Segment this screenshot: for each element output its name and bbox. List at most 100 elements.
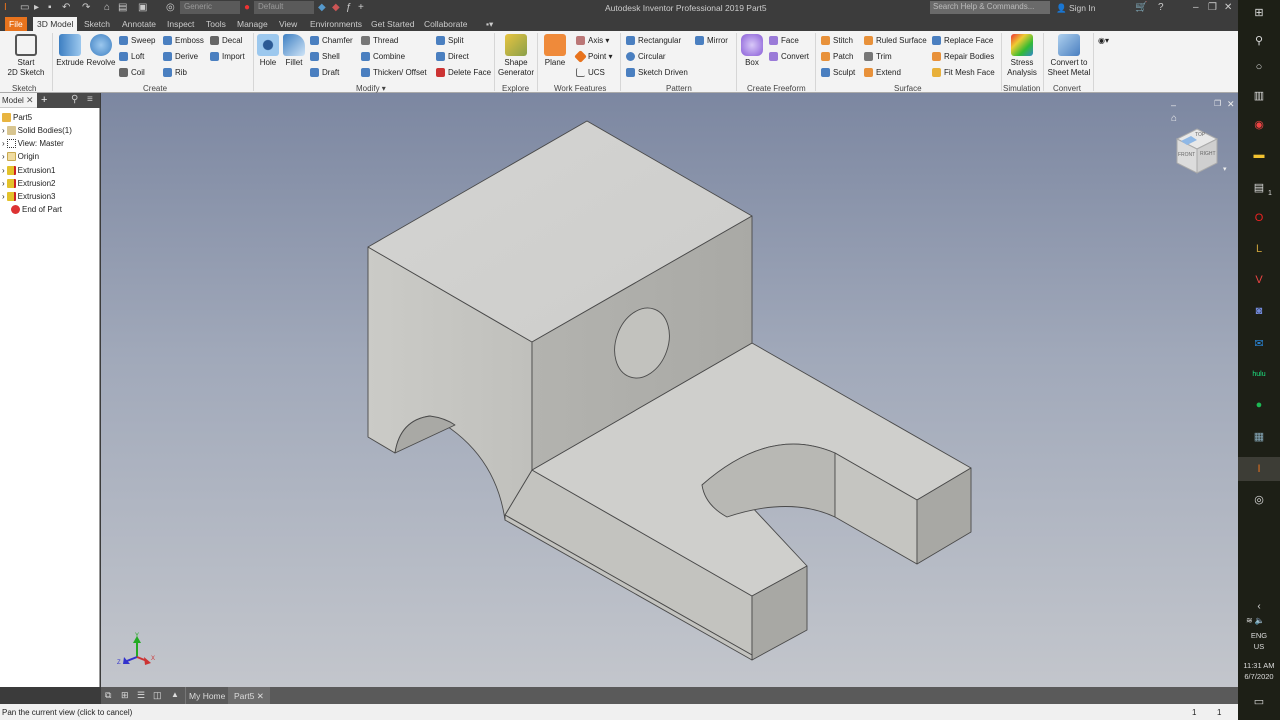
material-combo[interactable]: Generic — [180, 1, 240, 14]
measure-icon[interactable]: ◎ — [166, 2, 175, 13]
viewcube-right[interactable]: RIGHT — [1200, 151, 1216, 157]
browser-tab-model[interactable]: Model — [2, 96, 24, 105]
hole-button[interactable]: Hole — [256, 34, 280, 68]
menu-icon[interactable]: ≡ — [87, 94, 93, 105]
sketch-driven-pattern-button[interactable]: Sketch Driven — [626, 68, 688, 77]
action-center-icon[interactable]: ▭ — [1249, 692, 1269, 710]
tree-item-view[interactable]: › View: Master — [2, 139, 64, 148]
opera-icon[interactable]: O — [1249, 209, 1269, 227]
start-2d-sketch-button[interactable]: Start 2D Sketch — [6, 34, 46, 78]
circular-pattern-button[interactable]: Circular — [626, 52, 666, 61]
plane-button[interactable]: Plane — [541, 34, 569, 68]
draft-button[interactable]: Draft — [310, 68, 339, 77]
expand-icon[interactable]: › — [2, 166, 5, 175]
tab-view[interactable]: View — [275, 17, 301, 31]
shell-button[interactable]: Shell — [310, 52, 340, 61]
thread-button[interactable]: Thread — [361, 36, 398, 45]
mirror-button[interactable]: Mirror — [695, 36, 728, 45]
repair-bodies-button[interactable]: Repair Bodies — [932, 52, 994, 61]
tree-item-part[interactable]: Part5 — [2, 113, 32, 122]
tab-environments[interactable]: Environments — [306, 17, 366, 31]
fillet-button[interactable]: Fillet — [282, 34, 306, 68]
app-icon[interactable]: ▦ — [1249, 427, 1269, 445]
tab-inspect[interactable]: Inspect — [163, 17, 198, 31]
valorant-icon[interactable]: V — [1249, 271, 1269, 289]
loft-button[interactable]: Loft — [119, 52, 144, 61]
tree-item-solid-bodies[interactable]: › Solid Bodies(1) — [2, 126, 72, 135]
tree-item-extrusion2[interactable]: › Extrusion2 — [2, 179, 55, 188]
convert-freeform-button[interactable]: Convert — [769, 52, 809, 61]
clear-icon[interactable]: ◆ — [332, 2, 340, 13]
cascade-icon[interactable]: ⧉ — [105, 690, 111, 701]
search-icon[interactable]: ⚲ — [1249, 31, 1269, 49]
arrange-up-icon[interactable]: ▲ — [171, 690, 179, 699]
convert-to-sheet-metal-button[interactable]: Convert to Sheet Metal — [1046, 34, 1092, 78]
appearance-icon[interactable]: ● — [244, 2, 250, 13]
sign-in-link[interactable]: 👤 Sign In — [1056, 3, 1095, 14]
help-icon[interactable]: ? — [1158, 2, 1164, 13]
open-icon[interactable]: ▸ — [34, 2, 39, 13]
split-button[interactable]: Split — [436, 36, 464, 45]
search-input[interactable]: Search Help & Commands... — [930, 1, 1050, 14]
tab-part5[interactable]: Part5 ✕ — [228, 687, 270, 704]
direct-button[interactable]: Direct — [436, 52, 469, 61]
revolve-button[interactable]: Revolve — [86, 34, 116, 68]
expand-icon[interactable]: › — [2, 192, 5, 201]
file-explorer-icon[interactable]: ▬ — [1249, 146, 1269, 164]
viewport-restore-button[interactable]: ❐ — [1214, 99, 1221, 108]
face-button[interactable]: Face — [769, 36, 799, 45]
tile-vertical-icon[interactable]: ◫ — [153, 690, 162, 701]
clock[interactable]: 11:31 AM 6/7/2020 — [1238, 660, 1280, 682]
viewport-minimize-button[interactable]: – — [1171, 100, 1176, 110]
expand-icon[interactable]: › — [2, 126, 5, 135]
viewport-close-button[interactable]: ✕ — [1227, 99, 1235, 110]
adjust-icon[interactable]: ◆ — [318, 2, 326, 13]
home-icon[interactable]: ⌂ — [104, 2, 110, 13]
tree-item-extrusion1[interactable]: › Extrusion1 — [2, 166, 55, 175]
sculpt-button[interactable]: Sculpt — [821, 68, 855, 77]
cart-icon[interactable]: 🛒 — [1135, 2, 1147, 13]
league-icon[interactable]: L — [1249, 240, 1269, 258]
camera-icon[interactable]: ▪▾ — [482, 17, 497, 31]
extrude-button[interactable]: Extrude — [55, 34, 85, 68]
stitch-button[interactable]: Stitch — [821, 36, 853, 45]
redo-icon[interactable]: ↷ — [82, 2, 90, 13]
tab-file[interactable]: File — [5, 17, 27, 31]
thicken-offset-button[interactable]: Thicken/ Offset — [361, 68, 427, 77]
viewcube[interactable]: TOP FRONT RIGHT — [1175, 127, 1219, 175]
expand-icon[interactable]: › — [2, 179, 5, 188]
search-icon[interactable]: ⚲ — [71, 94, 78, 105]
extend-button[interactable]: Extend — [864, 68, 901, 77]
tree-item-origin[interactable]: › Origin — [2, 152, 39, 161]
close-tab-icon[interactable]: ✕ — [257, 691, 264, 701]
fit-mesh-face-button[interactable]: Fit Mesh Face — [932, 68, 995, 77]
fx-icon[interactable]: ƒ — [346, 2, 352, 13]
undo-icon[interactable]: ↶ — [62, 2, 70, 13]
add-tab-icon[interactable]: + — [41, 94, 47, 106]
emboss-button[interactable]: Emboss — [163, 36, 204, 45]
patch-button[interactable]: Patch — [821, 52, 853, 61]
rib-button[interactable]: Rib — [163, 68, 187, 77]
point-button[interactable]: Point ▾ — [574, 50, 612, 63]
minimize-button[interactable]: – — [1193, 2, 1199, 13]
language-indicator[interactable]: ENG US — [1238, 630, 1280, 652]
mail-icon[interactable]: ✉ — [1249, 334, 1269, 352]
discord-icon[interactable]: ◙ — [1249, 302, 1269, 320]
panel-modify-label[interactable]: Modify ▾ — [356, 84, 386, 93]
close-button[interactable]: ✕ — [1224, 2, 1232, 13]
ruled-surface-button[interactable]: Ruled Surface — [864, 36, 927, 45]
home-view-icon[interactable]: ⌂ — [1171, 113, 1177, 124]
expand-icon[interactable]: › — [2, 152, 5, 161]
tab-annotate[interactable]: Annotate — [118, 17, 160, 31]
decal-button[interactable]: Decal — [210, 36, 242, 45]
appearance-combo[interactable]: Default — [254, 1, 314, 14]
close-icon[interactable]: ✕ — [26, 95, 34, 106]
spotify-icon[interactable]: ● — [1249, 396, 1269, 414]
print-icon[interactable]: ▤ — [118, 2, 127, 13]
chrome-icon[interactable]: ◉ — [1249, 115, 1269, 133]
windows-start-icon[interactable]: ⊞ — [1249, 3, 1269, 21]
tab-sketch[interactable]: Sketch — [80, 17, 114, 31]
delete-face-button[interactable]: Delete Face — [436, 68, 491, 77]
tile-icon[interactable]: ⊞ — [121, 690, 129, 701]
axis-button[interactable]: Axis ▾ — [576, 36, 609, 45]
